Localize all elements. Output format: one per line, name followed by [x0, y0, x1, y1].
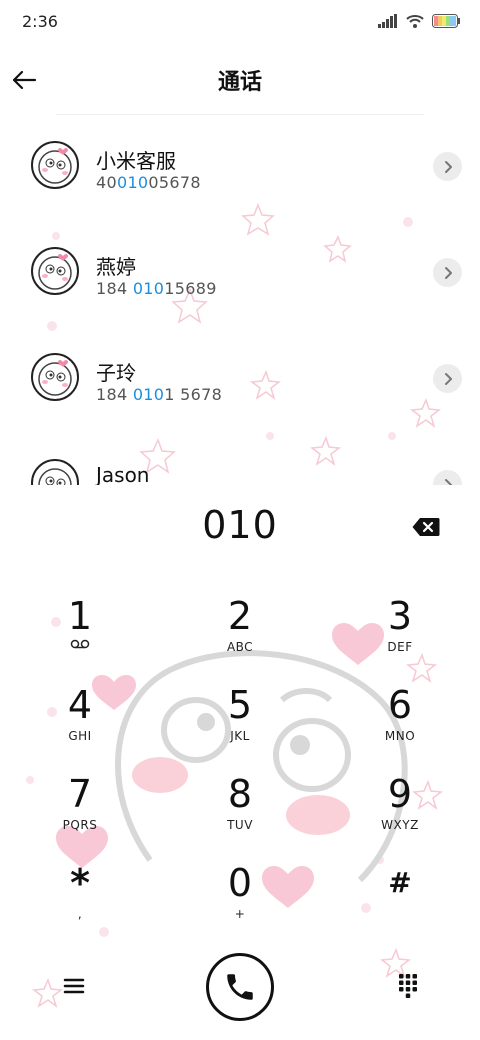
- contact-row[interactable]: 小米客服 4001005678: [0, 115, 480, 221]
- contact-name: 子玲: [96, 361, 136, 385]
- number-part: 184: [96, 385, 133, 404]
- keypad: 1 2 ABC 3 DEF 4 GHI 5 JKL 6 MNO 7 PQRS 8…: [0, 590, 480, 930]
- cartoon-face-icon: [38, 360, 72, 396]
- key-letters: WXYZ: [381, 818, 419, 832]
- key-letters: +: [234, 907, 246, 921]
- chevron-right-icon: [444, 266, 452, 279]
- number-match-highlight: 010: [132, 279, 165, 298]
- bottom-action-bar: [0, 950, 480, 1030]
- key-hash[interactable]: #: [340, 862, 460, 942]
- key-digit: 1: [67, 594, 93, 638]
- key-letters: ABC: [226, 640, 254, 654]
- key-1[interactable]: 1: [20, 595, 140, 675]
- menu-button[interactable]: [58, 970, 90, 1002]
- key-8[interactable]: 8 TUV: [180, 773, 300, 853]
- avatar: [31, 459, 79, 485]
- key-4[interactable]: 4 GHI: [20, 684, 140, 764]
- key-star[interactable]: * ,: [20, 862, 140, 942]
- contact-detail-button[interactable]: [433, 152, 462, 181]
- number-match-highlight: 010: [132, 385, 165, 404]
- key-letters: MNO: [384, 729, 416, 743]
- key-letters: TUV: [227, 818, 253, 832]
- key-digit: 2: [227, 594, 253, 638]
- dial-display: 010: [0, 495, 480, 565]
- dialpad-toggle-button[interactable]: [392, 970, 424, 1002]
- cartoon-face-icon: [38, 254, 72, 290]
- contact-detail-button[interactable]: [433, 364, 462, 393]
- key-digit: 9: [387, 772, 413, 816]
- cartoon-face-icon: [38, 468, 72, 485]
- backspace-icon: [412, 518, 440, 536]
- dialpad-icon: [399, 974, 417, 998]
- key-digit: #: [388, 866, 412, 899]
- avatar: [31, 353, 79, 401]
- number-part: 40: [96, 173, 117, 192]
- contact-row[interactable]: 燕婷 184 01015689: [0, 221, 480, 327]
- key-0[interactable]: 0 +: [180, 862, 300, 942]
- contact-number: 184 01015689: [96, 279, 217, 298]
- number-part: 05678: [148, 173, 201, 192]
- key-7[interactable]: 7 PQRS: [20, 773, 140, 853]
- contact-list[interactable]: 小米客服 4001005678 燕婷 184 01015689 子玲 184 0…: [0, 115, 480, 485]
- key-digit: 6: [387, 683, 413, 727]
- call-button[interactable]: [206, 953, 274, 1021]
- key-3[interactable]: 3 DEF: [340, 595, 460, 675]
- number-part: 184: [96, 279, 133, 298]
- header: 通话: [0, 44, 480, 116]
- contact-name: Jason: [96, 463, 150, 485]
- cartoon-face-icon: [38, 148, 72, 184]
- signal-icon: [378, 14, 397, 28]
- contact-row[interactable]: 子玲 184 0101 5678: [0, 327, 480, 433]
- avatar: [31, 247, 79, 295]
- contact-number: 184 0101 5678: [96, 385, 222, 404]
- key-2[interactable]: 2 ABC: [180, 595, 300, 675]
- battery-icon: [432, 14, 460, 28]
- key-digit: 7: [67, 772, 93, 816]
- key-letters: ,: [77, 907, 83, 921]
- contact-detail-button[interactable]: [433, 470, 462, 485]
- contact-name: 小米客服: [96, 149, 176, 173]
- status-icons: [378, 12, 460, 30]
- key-letters: JKL: [230, 729, 250, 743]
- status-time: 2:36: [22, 12, 58, 31]
- key-digit: 0: [227, 861, 253, 905]
- contact-name: 燕婷: [96, 255, 136, 279]
- hamburger-menu-icon: [63, 978, 85, 994]
- backspace-button[interactable]: [408, 513, 444, 541]
- number-part: 15689: [164, 279, 217, 298]
- wifi-icon: [406, 15, 424, 28]
- number-part: 1 5678: [164, 385, 223, 404]
- chevron-right-icon: [444, 160, 452, 173]
- contact-row[interactable]: Jason: [0, 433, 480, 485]
- page-title: 通话: [217, 70, 262, 95]
- phone-icon: [227, 974, 253, 1000]
- key-digit: *: [70, 861, 90, 905]
- number-match-highlight: 010: [116, 173, 149, 192]
- key-digit: 5: [227, 683, 253, 727]
- key-letters: GHI: [68, 729, 92, 743]
- key-letters: DEF: [387, 640, 413, 654]
- contact-number: 4001005678: [96, 173, 201, 192]
- key-digit: 3: [387, 594, 413, 638]
- key-9[interactable]: 9 WXYZ: [340, 773, 460, 853]
- voicemail-icon: [70, 639, 90, 649]
- key-digit: 8: [227, 772, 253, 816]
- chevron-right-icon: [444, 372, 452, 385]
- chevron-right-icon: [444, 478, 452, 485]
- contact-detail-button[interactable]: [433, 258, 462, 287]
- avatar: [31, 141, 79, 189]
- key-6[interactable]: 6 MNO: [340, 684, 460, 764]
- key-5[interactable]: 5 JKL: [180, 684, 300, 764]
- key-digit: 4: [67, 683, 93, 727]
- status-bar: 2:36: [0, 0, 480, 44]
- key-letters: PQRS: [62, 818, 98, 832]
